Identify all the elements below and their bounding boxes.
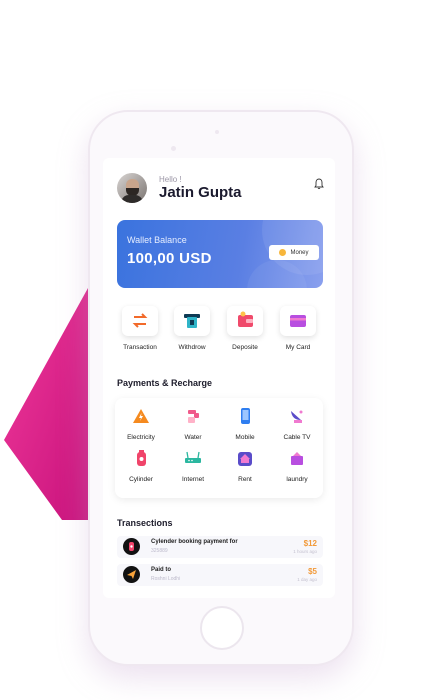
transaction-button[interactable] xyxy=(122,306,158,336)
payment-label: Electricity xyxy=(127,434,155,441)
coin-icon xyxy=(279,249,287,256)
payment-label: Cylinder xyxy=(129,476,153,483)
payment-label: Water xyxy=(184,434,202,441)
avatar[interactable] xyxy=(117,173,147,203)
water-item[interactable]: Water xyxy=(167,408,219,441)
wallet-deposit-icon xyxy=(238,311,253,327)
transaction-amount: $12 xyxy=(303,539,317,548)
payment-label: Cable TV xyxy=(283,434,311,441)
withdraw-button[interactable] xyxy=(174,306,210,336)
laundry-icon xyxy=(291,452,303,465)
transaction-subtitle: Roshni Lodhi xyxy=(151,576,181,582)
transfer-arrows-icon xyxy=(132,313,148,328)
laundry-item[interactable]: laundry xyxy=(271,450,323,483)
bell-icon[interactable] xyxy=(314,178,324,190)
transaction-title: Cylender booking payment for xyxy=(151,539,238,545)
mobile-item[interactable]: Mobile xyxy=(219,408,271,441)
quick-action-label: Withdrow xyxy=(178,344,206,351)
greeting: Hello ! xyxy=(159,175,182,184)
money-button[interactable]: Money xyxy=(269,245,319,260)
cylinder-icon xyxy=(123,538,140,555)
payment-label: Mobile xyxy=(235,434,255,441)
electricity-item[interactable]: Electricity xyxy=(115,408,167,441)
payment-label: Internet xyxy=(181,476,205,483)
app-screen: Hello ! Jatin Gupta Wallet Balance 100,0… xyxy=(103,158,335,598)
phone-sensor xyxy=(215,130,219,134)
deposit-button[interactable] xyxy=(227,306,263,336)
quick-action-label: Transaction xyxy=(123,344,157,351)
router-icon xyxy=(185,451,201,463)
my-card-button[interactable] xyxy=(280,306,316,336)
transaction-amount: $5 xyxy=(308,567,317,576)
wallet-label: Wallet Balance xyxy=(127,235,187,245)
payments-grid: Electricity Water Mobile Cable TV Cylind… xyxy=(115,398,323,498)
phone-camera xyxy=(171,146,176,151)
payment-label: Rent xyxy=(238,476,252,483)
transaction-subtitle: 325889 xyxy=(151,548,168,554)
wallet-balance: 100,00 USD xyxy=(127,250,212,267)
electricity-icon xyxy=(133,409,149,423)
house-rent-icon xyxy=(238,452,252,466)
satellite-dish-icon xyxy=(291,410,303,423)
internet-item[interactable]: Internet xyxy=(167,450,219,483)
quick-action-label: Deposite xyxy=(232,344,258,351)
gas-cylinder-icon xyxy=(137,450,146,466)
transaction-time: 1 hours ago xyxy=(293,549,317,554)
home-button[interactable] xyxy=(200,606,244,650)
send-icon xyxy=(123,566,140,583)
water-tap-icon xyxy=(188,410,199,423)
transaction-row[interactable]: Paid to Roshni Lodhi $5 1 day ago xyxy=(117,564,323,586)
payments-section-title: Payments & Recharge xyxy=(117,378,213,388)
wallet-card[interactable]: Wallet Balance 100,00 USD Money xyxy=(117,220,323,288)
quick-action-label: My Card xyxy=(285,344,311,351)
money-button-label: Money xyxy=(290,249,309,256)
cable-tv-item[interactable]: Cable TV xyxy=(271,408,323,441)
cylinder-item[interactable]: Cylinder xyxy=(115,450,167,483)
transaction-row[interactable]: Cylender booking payment for 325889 $12 … xyxy=(117,536,323,558)
atm-withdraw-icon xyxy=(184,314,200,328)
transaction-time: 1 day ago xyxy=(297,577,317,582)
user-name: Jatin Gupta xyxy=(159,184,242,201)
transactions-section-title: Transections xyxy=(117,518,173,528)
rent-item[interactable]: Rent xyxy=(219,450,271,483)
mobile-phone-icon xyxy=(241,408,250,424)
payment-label: laundry xyxy=(286,476,308,483)
credit-card-icon xyxy=(290,315,306,327)
transaction-title: Paid to xyxy=(151,567,172,573)
